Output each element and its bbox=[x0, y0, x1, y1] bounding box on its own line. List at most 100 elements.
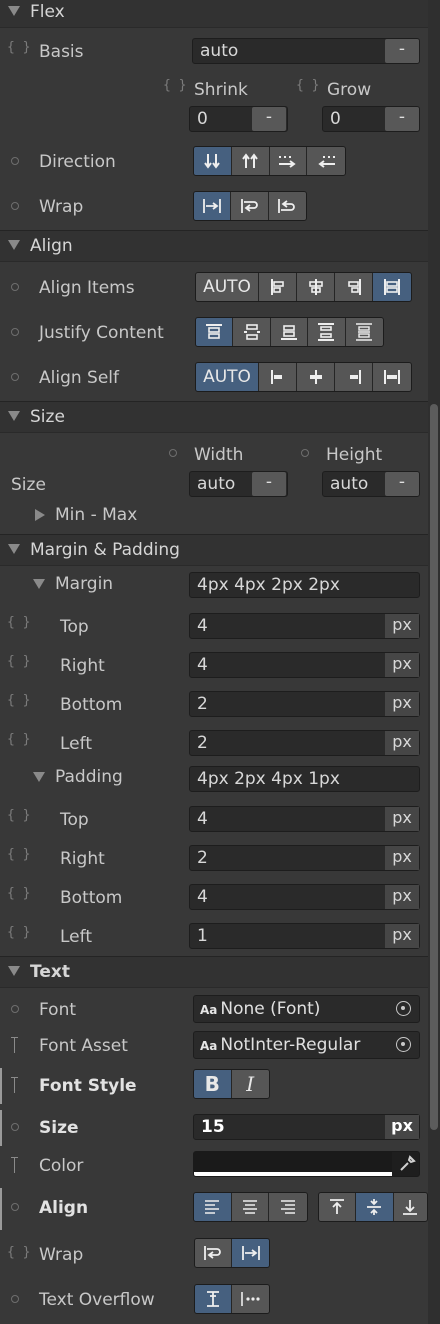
wrap-wrap-button[interactable] bbox=[231, 192, 269, 220]
align-self-button-group: AUTO bbox=[195, 362, 412, 392]
margin-unit-label[interactable]: px bbox=[385, 653, 419, 677]
justify-start-button[interactable] bbox=[196, 318, 234, 346]
variable-binding-icon[interactable]: { } bbox=[7, 1245, 30, 1260]
margin-unit-label[interactable]: px bbox=[385, 731, 419, 755]
justify-center-button[interactable] bbox=[233, 318, 271, 346]
padding-side-label: Top bbox=[60, 810, 89, 830]
align-items-center-button[interactable] bbox=[297, 273, 335, 301]
arrows-right-icon bbox=[278, 156, 296, 168]
align-middle-button[interactable] bbox=[356, 1193, 394, 1221]
wrap-reverse-icon bbox=[278, 199, 296, 213]
section-title: Margin & Padding bbox=[30, 540, 180, 560]
variable-binding-icon[interactable]: { } bbox=[163, 78, 186, 93]
overflow-ellipsis-button[interactable] bbox=[232, 1285, 269, 1313]
direction-column-button[interactable] bbox=[194, 147, 232, 175]
align-section-header[interactable]: Align bbox=[0, 230, 428, 262]
object-picker-icon[interactable] bbox=[396, 1037, 411, 1052]
font-object-field[interactable]: Aa None (Font) bbox=[193, 995, 420, 1023]
justify-end-button[interactable] bbox=[270, 318, 309, 346]
clip-icon bbox=[207, 1291, 219, 1307]
align-items-end-button[interactable] bbox=[335, 273, 373, 301]
margin-side-value: 4 bbox=[197, 616, 208, 636]
text-wrap-button[interactable] bbox=[195, 1239, 233, 1267]
padding-unit-label[interactable]: px bbox=[385, 846, 419, 870]
padding-shorthand-value: 4px 2px 4px 1px bbox=[197, 769, 340, 789]
overflow-clip-button[interactable] bbox=[195, 1285, 233, 1313]
grow-unit-dropdown[interactable]: - bbox=[385, 107, 419, 131]
grow-value: 0 bbox=[330, 109, 341, 129]
align-self-start-button[interactable] bbox=[259, 363, 297, 391]
basis-unit-dropdown[interactable]: - bbox=[385, 39, 419, 63]
object-picker-icon[interactable] bbox=[396, 1001, 411, 1016]
align-items-stretch-button[interactable] bbox=[373, 273, 411, 301]
variable-binding-icon[interactable]: { } bbox=[7, 732, 30, 747]
italic-button[interactable]: I bbox=[231, 1070, 269, 1098]
min-max-foldout[interactable]: Min - Max bbox=[55, 505, 137, 525]
variable-binding-icon[interactable]: { } bbox=[7, 886, 30, 901]
bold-button[interactable]: B bbox=[194, 1070, 232, 1098]
font-asset-value: NotInter-Regular bbox=[220, 1035, 361, 1055]
variable-binding-icon[interactable]: { } bbox=[7, 615, 30, 630]
size-section-header[interactable]: Size bbox=[0, 401, 428, 433]
collapse-triangle-icon bbox=[8, 966, 20, 976]
expand-triangle-icon[interactable] bbox=[35, 509, 45, 521]
align-top-button[interactable] bbox=[319, 1193, 357, 1221]
basis-value: auto bbox=[200, 41, 239, 61]
align-self-stretch-button[interactable] bbox=[373, 363, 411, 391]
align-bottom-button[interactable] bbox=[393, 1193, 427, 1221]
align-self-label: Align Self bbox=[39, 368, 120, 388]
wrap-reverse-button[interactable] bbox=[268, 192, 306, 220]
justify-start-icon bbox=[206, 324, 223, 339]
wrap-nowrap-button[interactable] bbox=[194, 192, 232, 220]
padding-unit-label[interactable]: px bbox=[385, 924, 419, 948]
align-items-auto-button[interactable]: AUTO bbox=[196, 273, 259, 301]
vertical-scrollbar-thumb[interactable] bbox=[430, 404, 438, 1130]
align-left-button[interactable] bbox=[194, 1193, 232, 1221]
align-center-button[interactable] bbox=[231, 1193, 270, 1221]
align-right-button[interactable] bbox=[269, 1193, 307, 1221]
align-items-start-button[interactable] bbox=[259, 273, 297, 301]
variable-binding-icon[interactable]: { } bbox=[7, 40, 30, 55]
text-align-label: Align bbox=[39, 1198, 89, 1218]
padding-unit-label[interactable]: px bbox=[385, 885, 419, 909]
shrink-unit-dropdown[interactable]: - bbox=[252, 107, 286, 131]
width-unit-dropdown[interactable]: - bbox=[252, 472, 286, 496]
font-size-value: 15 bbox=[201, 1117, 225, 1137]
variable-binding-icon[interactable]: { } bbox=[7, 925, 30, 940]
variable-binding-icon[interactable]: { } bbox=[296, 78, 319, 93]
variable-binding-icon[interactable]: { } bbox=[7, 693, 30, 708]
align-self-end-button[interactable] bbox=[335, 363, 373, 391]
font-asset-object-field[interactable]: Aa NotInter-Regular bbox=[193, 1031, 420, 1059]
padding-unit-label[interactable]: px bbox=[385, 807, 419, 831]
shrink-label: Shrink bbox=[194, 80, 248, 100]
padding-side-label: Right bbox=[60, 849, 105, 869]
margin-unit-label[interactable]: px bbox=[385, 692, 419, 716]
variable-binding-icon[interactable]: { } bbox=[7, 808, 30, 823]
margin-shorthand-field[interactable]: 4px 4px 2px 2px bbox=[189, 572, 420, 598]
margin-padding-section-header[interactable]: Margin & Padding bbox=[0, 534, 428, 566]
align-self-auto-button[interactable]: AUTO bbox=[196, 363, 259, 391]
unset-indicator-icon bbox=[11, 157, 19, 165]
padding-shorthand-field[interactable]: 4px 2px 4px 1px bbox=[189, 766, 420, 792]
eyedropper-icon[interactable] bbox=[398, 1155, 416, 1173]
text-nowrap-button[interactable] bbox=[232, 1239, 269, 1267]
unset-indicator-icon bbox=[11, 1005, 19, 1013]
align-self-center-button[interactable] bbox=[297, 363, 335, 391]
justify-space-between-button[interactable] bbox=[308, 318, 346, 346]
height-unit-dropdown[interactable]: - bbox=[385, 472, 419, 496]
color-field[interactable] bbox=[193, 1151, 420, 1177]
variable-binding-icon[interactable]: { } bbox=[7, 654, 30, 669]
variable-binding-icon[interactable]: { } bbox=[7, 847, 30, 862]
text-section-header[interactable]: Text bbox=[0, 956, 428, 988]
direction-column-reverse-button[interactable] bbox=[231, 147, 270, 175]
collapse-triangle-icon[interactable] bbox=[33, 579, 45, 589]
flex-section-header[interactable]: Flex bbox=[0, 0, 428, 28]
direction-row-button[interactable] bbox=[269, 147, 308, 175]
margin-unit-label[interactable]: px bbox=[385, 614, 419, 638]
width-label: Width bbox=[194, 445, 244, 465]
collapse-triangle-icon[interactable] bbox=[33, 772, 45, 782]
text-wrap-button-group bbox=[194, 1238, 270, 1268]
justify-space-around-button[interactable] bbox=[345, 318, 383, 346]
font-size-unit[interactable]: px bbox=[385, 1115, 419, 1139]
direction-row-reverse-button[interactable] bbox=[307, 147, 345, 175]
